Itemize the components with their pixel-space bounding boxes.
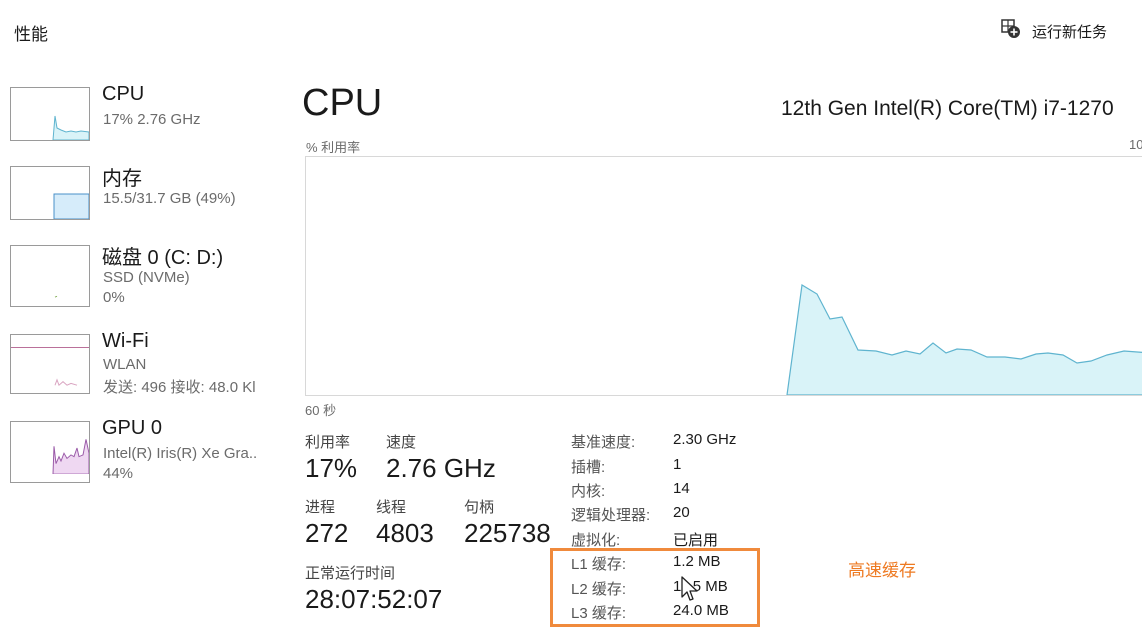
cache-annotation-label: 高速缓存 [848, 561, 916, 580]
sidebar-item-title: 磁盘 0 (C: D:) [102, 247, 224, 269]
mouse-pointer-icon [680, 576, 700, 602]
virtualization-label: 虚拟化: [571, 532, 621, 549]
utilization-value: 17% [305, 453, 358, 483]
speed-value: 2.76 GHz [386, 453, 496, 483]
sidebar-item-title: Wi-Fi [102, 330, 149, 352]
sidebar-item-usage: 0% [103, 289, 125, 306]
cpu-utilization-area [786, 284, 1142, 395]
utilization-label: 利用率 [305, 434, 351, 451]
threads-label: 线程 [376, 499, 407, 516]
cpu-model-name: 12th Gen Intel(R) Core(TM) i7-1270 [781, 97, 1114, 120]
speed-label: 速度 [386, 434, 417, 451]
sidebar-item-title: 内存 [102, 168, 142, 190]
cores-label: 内核: [571, 483, 606, 500]
sidebar-item-subtitle: 15.5/31.7 GB (49%) [103, 190, 236, 207]
cpu-utilization-graph [305, 156, 1142, 396]
sidebar-item-cpu[interactable]: CPU 17% 2.76 GHz [10, 83, 280, 157]
uptime-label: 正常运行时间 [305, 565, 396, 582]
run-task-label: 运行新任务 [1032, 23, 1108, 41]
disk-thumbnail-graph [10, 245, 90, 307]
sidebar-item-throughput: 发送: 496 接收: 48.0 Kl [103, 379, 256, 396]
sidebar-item-title: GPU 0 [102, 417, 163, 439]
processes-label: 进程 [305, 499, 336, 516]
base-speed-label: 基准速度: [571, 434, 636, 451]
main-title: CPU [302, 82, 383, 124]
logical-processors-value: 20 [673, 504, 690, 521]
sidebar-item-subtitle: SSD (NVMe) [103, 269, 190, 286]
cache-highlight-box [550, 548, 760, 627]
gpu-thumbnail-graph [10, 421, 90, 483]
uptime-value: 28:07:52:07 [305, 584, 443, 614]
sockets-value: 1 [673, 456, 682, 473]
sidebar-item-subtitle: 17% 2.76 GHz [103, 111, 201, 128]
handles-label: 句柄 [464, 499, 495, 516]
sidebar-item-title: CPU [102, 83, 145, 105]
graph-x-axis-label: 60 秒 [305, 403, 337, 418]
graph-y-axis-max: 10 [1129, 137, 1142, 152]
processes-value: 272 [305, 518, 349, 548]
run-new-task-button[interactable]: 运行新任务 [1000, 18, 1107, 44]
threads-value: 4803 [376, 518, 434, 548]
sidebar-item-memory[interactable]: 内存 15.5/31.7 GB (49%) [10, 166, 280, 236]
memory-thumbnail-graph [10, 166, 90, 220]
sockets-label: 插槽: [571, 459, 606, 476]
wifi-thumbnail-graph [10, 334, 90, 394]
graph-y-axis-label: % 利用率 [306, 140, 361, 155]
sidebar-item-subtitle: Intel(R) Iris(R) Xe Gra.. [103, 445, 258, 462]
cpu-thumbnail-graph [10, 87, 90, 141]
sidebar-item-gpu[interactable]: GPU 0 Intel(R) Iris(R) Xe Gra.. 44% [10, 417, 280, 491]
sidebar-item-wifi[interactable]: Wi-Fi WLAN 发送: 496 接收: 48.0 Kl [10, 330, 280, 404]
cores-value: 14 [673, 480, 690, 497]
page-title: 性能 [14, 25, 48, 44]
sidebar-item-subtitle: WLAN [103, 356, 147, 373]
new-task-icon [1000, 18, 1022, 44]
virtualization-value: 已启用 [673, 532, 719, 549]
sidebar-item-disk[interactable]: 磁盘 0 (C: D:) SSD (NVMe) 0% [10, 245, 280, 315]
sidebar-item-usage: 44% [103, 465, 134, 482]
handles-value: 225738 [464, 518, 551, 548]
base-speed-value: 2.30 GHz [673, 431, 737, 448]
logical-processors-label: 逻辑处理器: [571, 507, 651, 524]
